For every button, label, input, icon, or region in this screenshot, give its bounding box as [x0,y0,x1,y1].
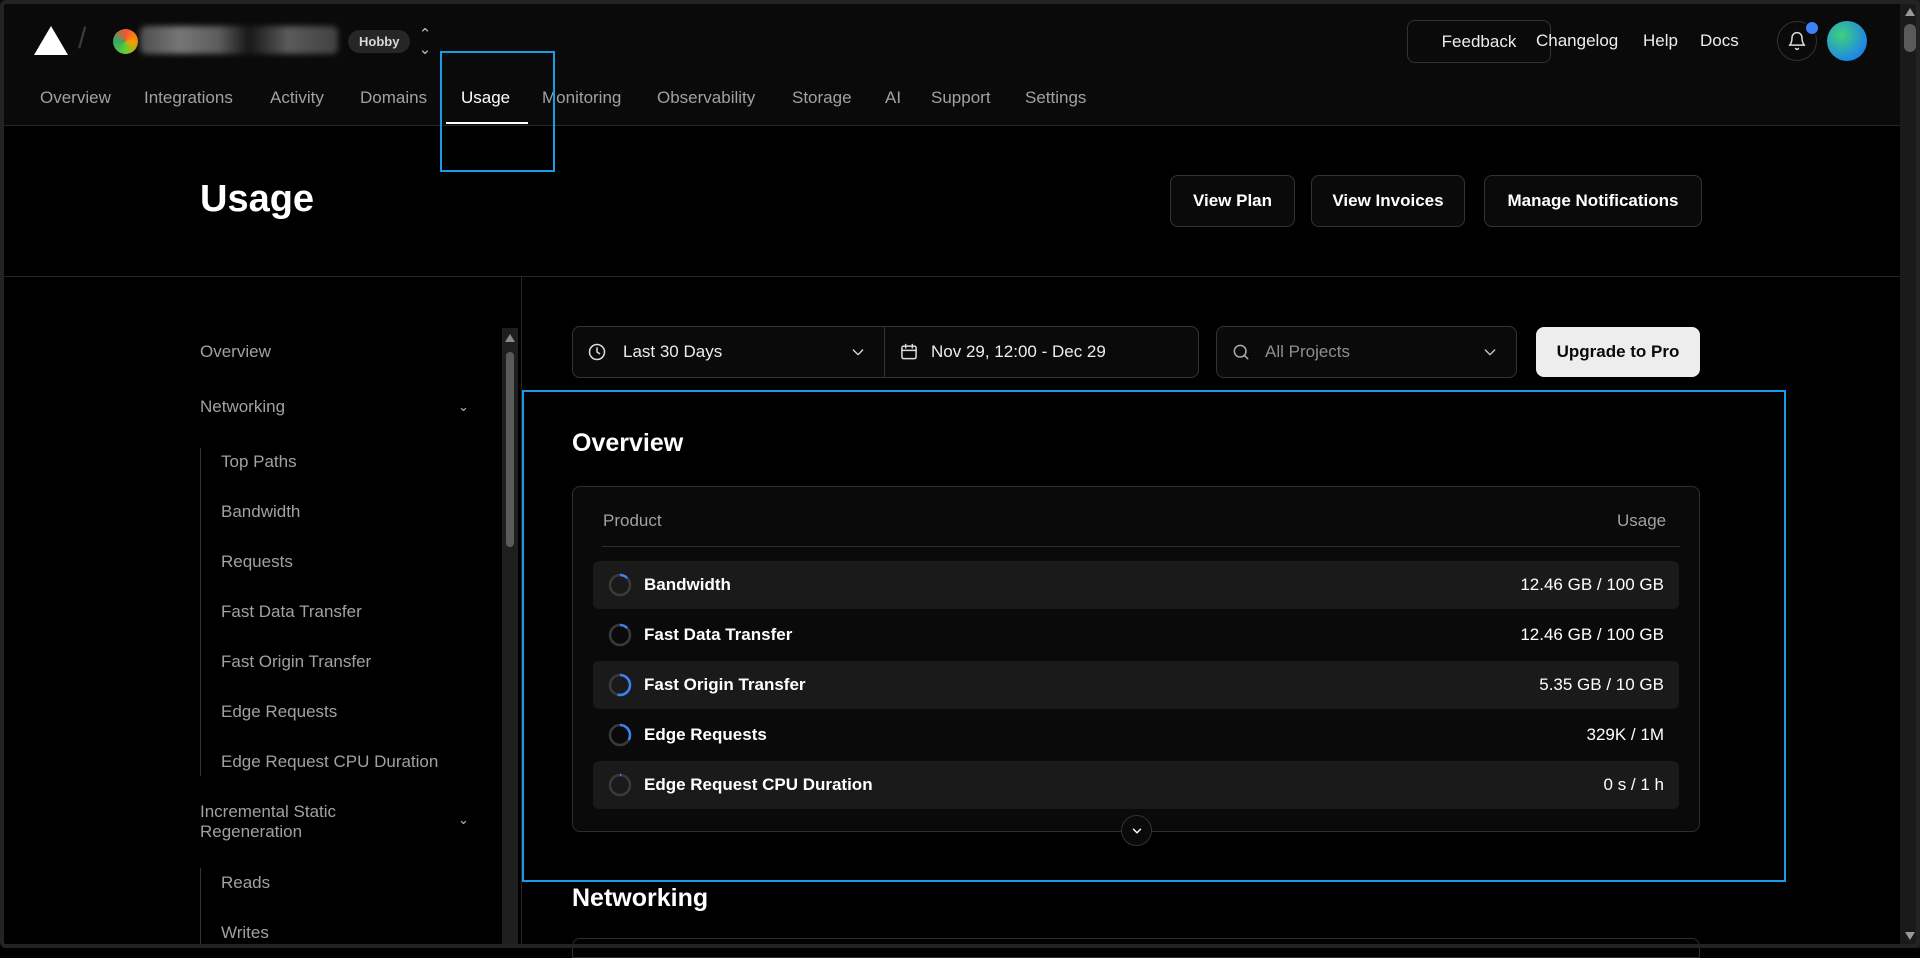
chevron-updown-icon[interactable]: ⌃ ⌃ [418,27,432,56]
sidebar-group-isr-line1: Incremental Static [200,802,337,821]
team-name-redacted[interactable] [140,26,338,54]
bell-icon [1788,31,1806,51]
sidebar-item-bandwidth[interactable]: Bandwidth [221,502,300,522]
usage-row[interactable]: Fast Data Transfer 12.46 GB / 100 GB [593,611,1679,659]
usage-ring-icon [608,773,632,797]
header-divider [602,546,1680,547]
user-avatar[interactable] [1827,21,1867,61]
chevron-down-icon[interactable]: ⌄ [458,812,469,828]
team-avatar[interactable] [113,29,138,54]
view-invoices-button[interactable]: View Invoices [1311,175,1465,227]
usage-row[interactable]: Fast Origin Transfer 5.35 GB / 10 GB [593,661,1679,709]
active-tab-indicator [446,122,528,124]
usage-row-value: 329K / 1M [1586,725,1665,744]
docs-link[interactable]: Docs [1700,31,1739,51]
changelog-link[interactable]: Changelog [1536,31,1618,51]
sidebar-item-reads[interactable]: Reads [221,873,270,893]
sidebar-item-writes[interactable]: Writes [221,923,269,943]
sidebar-item-fast-origin-transfer[interactable]: Fast Origin Transfer [221,652,371,672]
manage-notifications-button[interactable]: Manage Notifications [1484,175,1702,227]
sidebar-guide-line [200,448,201,776]
sidebar-item-edge-request-cpu-duration[interactable]: Edge Request CPU Duration [221,752,438,772]
chevron-down-icon [852,349,864,356]
usage-row-label: Fast Origin Transfer [644,675,806,694]
sidebar-group-isr[interactable]: Incremental Static Regeneration [200,802,336,842]
date-picker[interactable]: Nov 29, 12:00 - Dec 29 [884,326,1199,378]
tab-activity[interactable]: Activity [270,88,324,108]
usage-row-label: Fast Data Transfer [644,625,793,644]
scroll-up-arrow-icon[interactable] [1905,8,1915,16]
usage-row-value: 0 s / 1 h [1603,775,1664,794]
page-scrollbar[interactable] [1900,0,1920,948]
sidebar-scrollbar-thumb[interactable] [506,352,514,547]
scroll-down-arrow-icon[interactable] [1905,932,1915,940]
sidebar-item-requests[interactable]: Requests [221,552,293,572]
usage-row[interactable]: Bandwidth 12.46 GB / 100 GB [593,561,1679,609]
date-range-select[interactable]: Last 30 Days [572,326,885,378]
help-link[interactable]: Help [1643,31,1678,51]
projects-placeholder: All Projects [1265,342,1351,361]
search-icon [1233,344,1249,360]
usage-ring-icon [608,673,632,697]
usage-ring-icon [608,573,632,597]
sidebar-item-overview[interactable]: Overview [200,342,271,362]
tab-monitoring[interactable]: Monitoring [542,88,621,108]
networking-card [572,938,1700,958]
tab-overview[interactable]: Overview [40,88,111,108]
chevron-down-icon [1132,828,1141,833]
usage-row-label: Edge Requests [644,725,767,744]
sidebar-item-edge-requests[interactable]: Edge Requests [221,702,337,722]
sidebar-item-fast-data-transfer[interactable]: Fast Data Transfer [221,602,362,622]
vercel-logo[interactable] [34,26,68,55]
feedback-button[interactable]: Feedback [1407,20,1551,63]
calendar-icon [901,343,917,360]
usage-row[interactable]: Edge Request CPU Duration 0 s / 1 h [593,761,1679,809]
date-picker-value: Nov 29, 12:00 - Dec 29 [931,342,1106,361]
networking-title: Networking [572,884,709,912]
sidebar-group-isr-line2: Regeneration [200,822,303,841]
plan-badge: Hobby [348,30,411,53]
clock-icon [588,343,606,361]
usage-row-label: Bandwidth [644,575,731,594]
upgrade-to-pro-button[interactable]: Upgrade to Pro [1536,327,1700,377]
notification-dot [1804,20,1820,36]
expand-button[interactable] [1121,815,1152,846]
page-title: Usage [200,178,315,220]
scroll-up-arrow-icon[interactable] [505,334,515,342]
tab-storage[interactable]: Storage [792,88,852,108]
tab-usage[interactable]: Usage [461,88,510,108]
usage-row-value: 12.46 GB / 100 GB [1520,575,1664,594]
usage-ring-icon [608,623,632,647]
projects-select[interactable]: All Projects [1216,326,1517,378]
date-range-value: Last 30 Days [623,342,723,361]
sidebar-guide-line [200,868,201,948]
sidebar-divider [521,277,522,948]
sidebar-group-networking[interactable]: Networking [200,397,285,417]
usage-ring-icon [608,723,632,747]
overview-title: Overview [572,429,684,457]
tab-integrations[interactable]: Integrations [144,88,233,108]
chevron-down-icon [1484,349,1496,356]
tab-support[interactable]: Support [931,88,991,108]
usage-row-label: Edge Request CPU Duration [644,775,873,794]
sidebar-item-top-paths[interactable]: Top Paths [221,452,297,472]
breadcrumb-separator: / [78,22,87,55]
column-header-product: Product [603,511,662,530]
tab-domains[interactable]: Domains [360,88,427,108]
tab-observability[interactable]: Observability [657,88,755,108]
page-scrollbar-thumb[interactable] [1904,24,1916,52]
usage-row[interactable]: Edge Requests 329K / 1M [593,711,1679,759]
usage-row-value: 5.35 GB / 10 GB [1539,675,1664,694]
tab-settings[interactable]: Settings [1025,88,1086,108]
column-header-usage: Usage [1617,511,1667,530]
chevron-down-icon[interactable]: ⌄ [458,399,469,415]
tab-ai[interactable]: AI [885,88,901,108]
usage-row-value: 12.46 GB / 100 GB [1520,625,1664,644]
view-plan-button[interactable]: View Plan [1170,175,1295,227]
